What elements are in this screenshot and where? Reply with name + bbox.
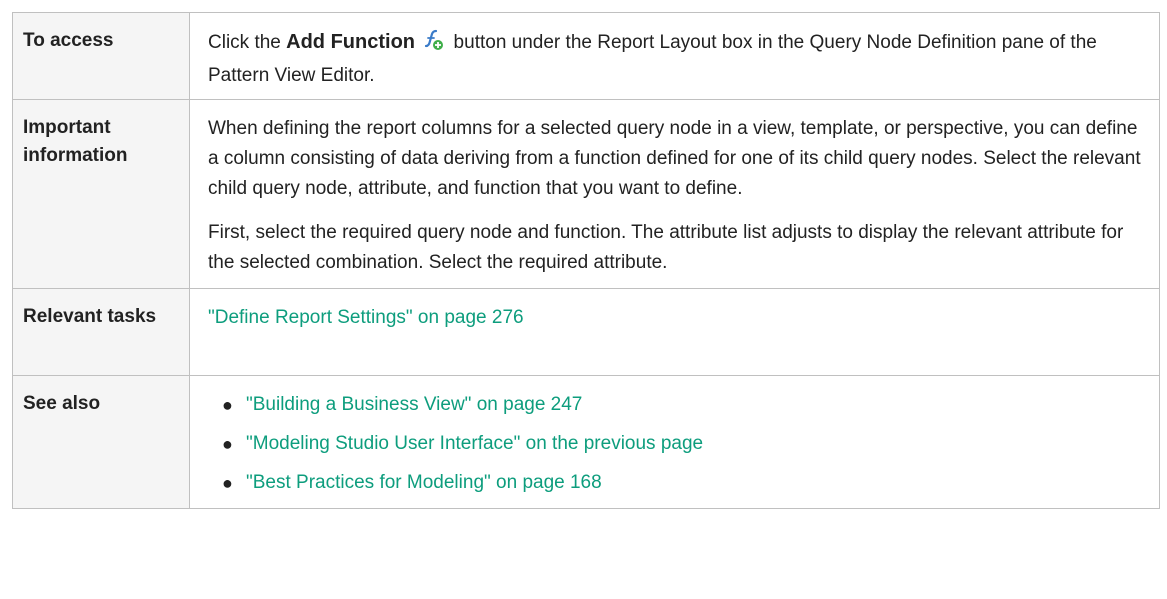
row-label-to-access: To access [12, 12, 190, 100]
link-modeling-studio-ui[interactable]: "Modeling Studio User Interface" on the … [246, 433, 703, 454]
row-content-important-information: When defining the report columns for a s… [189, 99, 1160, 289]
link-best-practices-modeling[interactable]: "Best Practices for Modeling" on page 16… [246, 472, 602, 493]
row-see-also: See also ● "Building a Business View" on… [12, 375, 1160, 509]
link-building-business-view[interactable]: "Building a Business View" on page 247 [246, 394, 582, 415]
important-paragraph-1: When defining the report columns for a s… [208, 118, 1141, 199]
list-item: ● "Modeling Studio User Interface" on th… [220, 429, 1147, 459]
list-item: ● "Building a Business View" on page 247 [220, 390, 1147, 420]
bullet-icon: ● [222, 473, 233, 493]
row-important-information: Important information When defining the … [12, 99, 1160, 289]
row-content-to-access: Click the Add Function button under the … [189, 12, 1160, 100]
row-to-access: To access Click the Add Function button … [12, 12, 1160, 100]
bullet-icon: ● [222, 395, 233, 415]
link-define-report-settings[interactable]: "Define Report Settings" on page 276 [208, 307, 524, 328]
add-function-label: Add Function [286, 31, 415, 53]
bullet-icon: ● [222, 434, 233, 454]
row-label-relevant-tasks: Relevant tasks [12, 288, 190, 376]
important-paragraph-2: First, select the required query node an… [208, 222, 1124, 273]
list-item: ● "Best Practices for Modeling" on page … [220, 468, 1147, 498]
add-function-icon [422, 29, 445, 61]
access-text-before: Click the [208, 32, 287, 53]
info-table: To access Click the Add Function button … [12, 12, 1160, 509]
row-relevant-tasks: Relevant tasks "Define Report Settings" … [12, 288, 1160, 376]
row-content-see-also: ● "Building a Business View" on page 247… [189, 375, 1160, 509]
see-also-list: ● "Building a Business View" on page 247… [208, 390, 1147, 498]
row-label-important-information: Important information [12, 99, 190, 289]
row-content-relevant-tasks: "Define Report Settings" on page 276 [189, 288, 1160, 376]
row-label-see-also: See also [12, 375, 190, 509]
